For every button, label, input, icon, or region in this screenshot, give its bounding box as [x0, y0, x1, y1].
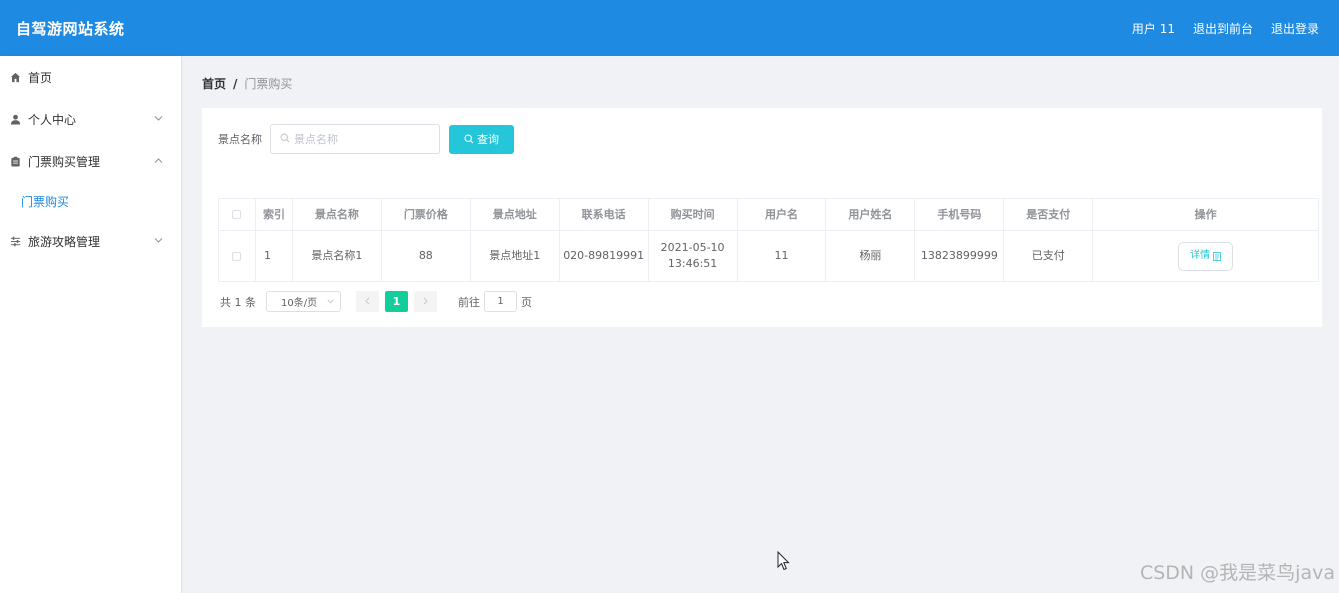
- home-icon: [9, 71, 21, 83]
- column-header: 联系电话: [560, 199, 649, 230]
- logout-link[interactable]: 退出登录: [1271, 20, 1319, 37]
- chevron-down-icon: [154, 114, 163, 125]
- cell-mobile: 13823899999: [915, 231, 1005, 281]
- detail-button-label: 详情: [1190, 250, 1211, 261]
- page-size-select[interactable]: 10条/页: [266, 291, 341, 312]
- tickets-table: 索引 景点名称 门票价格 景点地址 联系电话 购买时间 用户名 用户姓名 手机号…: [218, 198, 1319, 282]
- user-icon: [9, 113, 21, 125]
- pagination: 共 1 条 10条/页 1 前往 页: [220, 291, 532, 312]
- page-unit-label: 页: [521, 295, 532, 309]
- cell-username: 11: [738, 231, 827, 281]
- breadcrumb: 首页 / 门票购买: [202, 75, 292, 92]
- select-all-cell: [219, 199, 256, 230]
- chevron-up-icon: [154, 156, 163, 167]
- breadcrumb-home[interactable]: 首页: [202, 75, 226, 92]
- row-checkbox[interactable]: [232, 251, 242, 261]
- sidebar-item-label: 个人中心: [28, 112, 77, 127]
- search-button-label: 查询: [477, 134, 499, 146]
- goto-label: 前往: [458, 295, 480, 309]
- sidebar-item-label: 旅游攻略管理: [28, 234, 101, 249]
- row-select-cell: [219, 231, 256, 281]
- table-header: 索引 景点名称 门票价格 景点地址 联系电话 购买时间 用户名 用户姓名 手机号…: [219, 199, 1318, 231]
- cell-price: 88: [382, 231, 471, 281]
- sidebar: 首页 个人中心 门票购买管理 门票购买 旅游攻略管理: [0, 56, 182, 593]
- search-icon: [464, 134, 474, 144]
- search-input[interactable]: [294, 132, 424, 146]
- goto-page-input[interactable]: [484, 291, 517, 312]
- next-page-button[interactable]: [414, 291, 437, 312]
- cell-time: 2021-05-10 13:46:51: [649, 231, 738, 281]
- mouse-cursor-icon: [777, 550, 791, 574]
- search-button[interactable]: 查询: [449, 124, 514, 154]
- cell-index: 1: [256, 231, 293, 281]
- watermark: CSDN @我是菜鸟java: [1139, 562, 1335, 584]
- column-header: 用户名: [738, 199, 827, 230]
- detail-button[interactable]: 详情: [1178, 241, 1234, 271]
- breadcrumb-separator: /: [233, 76, 238, 91]
- page-number-button[interactable]: 1: [385, 291, 408, 312]
- top-header: 自驾游网站系统 用户 11 退出到前台 退出登录: [0, 0, 1339, 56]
- chevron-down-icon: [154, 236, 163, 247]
- sidebar-subitem-ticket-purchase[interactable]: 门票购买: [0, 182, 181, 220]
- sidebar-item-ticket-management[interactable]: 门票购买管理: [0, 140, 181, 182]
- cell-name: 景点名称1: [293, 231, 382, 281]
- cell-realname: 杨丽: [826, 231, 916, 281]
- column-header: 购买时间: [649, 199, 738, 230]
- cell-paid: 已支付: [1004, 231, 1094, 281]
- content-card: 景点名称 查询 索引 景点名称 门票价格 景点地址 联系电话: [202, 108, 1322, 327]
- column-header: 景点名称: [293, 199, 382, 230]
- header-links: 用户 11 退出到前台 退出登录: [1132, 20, 1319, 37]
- page-size-value: 10条/页: [281, 298, 318, 309]
- column-header: 是否支付: [1004, 199, 1094, 230]
- sidebar-item-profile[interactable]: 个人中心: [0, 98, 181, 140]
- document-icon: [1213, 251, 1222, 261]
- column-header: 用户姓名: [826, 199, 916, 230]
- chevron-left-icon: [365, 295, 370, 308]
- column-header: 操作: [1194, 207, 1217, 221]
- main-content: 首页 / 门票购买 景点名称 查询 索引 景点名称: [183, 56, 1339, 593]
- chevron-right-icon: [423, 295, 428, 308]
- sliders-icon: [9, 235, 21, 247]
- search-icon: [280, 132, 290, 146]
- sidebar-item-label: 首页: [28, 70, 53, 85]
- cell-address: 景点地址1: [471, 231, 560, 281]
- front-link[interactable]: 退出到前台: [1193, 20, 1253, 37]
- cell-phone: 020-89819991: [560, 231, 649, 281]
- user-label[interactable]: 用户 11: [1132, 20, 1175, 37]
- column-header: 索引: [256, 199, 293, 230]
- search-label: 景点名称: [218, 133, 262, 146]
- prev-page-button[interactable]: [356, 291, 379, 312]
- breadcrumb-current: 门票购买: [244, 77, 293, 91]
- table-row: 1 景点名称1 88 景点地址1 020-89819991 2021-05-10…: [219, 231, 1318, 281]
- clipboard-icon: [9, 155, 21, 167]
- app-title: 自驾游网站系统: [16, 19, 125, 38]
- column-header: 门票价格: [382, 199, 471, 230]
- sidebar-item-guide-management[interactable]: 旅游攻略管理: [0, 220, 181, 262]
- search-form: 景点名称 查询: [218, 124, 514, 154]
- select-all-checkbox[interactable]: [232, 210, 242, 219]
- pagination-total: 共 1 条: [220, 295, 256, 309]
- column-header: 景点地址: [471, 199, 560, 230]
- sidebar-item-label: 门票购买管理: [28, 154, 101, 169]
- cell-actions: 详情: [1093, 231, 1318, 281]
- chevron-down-icon: [327, 296, 334, 307]
- search-input-wrapper[interactable]: [270, 124, 440, 154]
- column-header: 手机号码: [915, 199, 1005, 230]
- sidebar-item-home[interactable]: 首页: [0, 56, 181, 98]
